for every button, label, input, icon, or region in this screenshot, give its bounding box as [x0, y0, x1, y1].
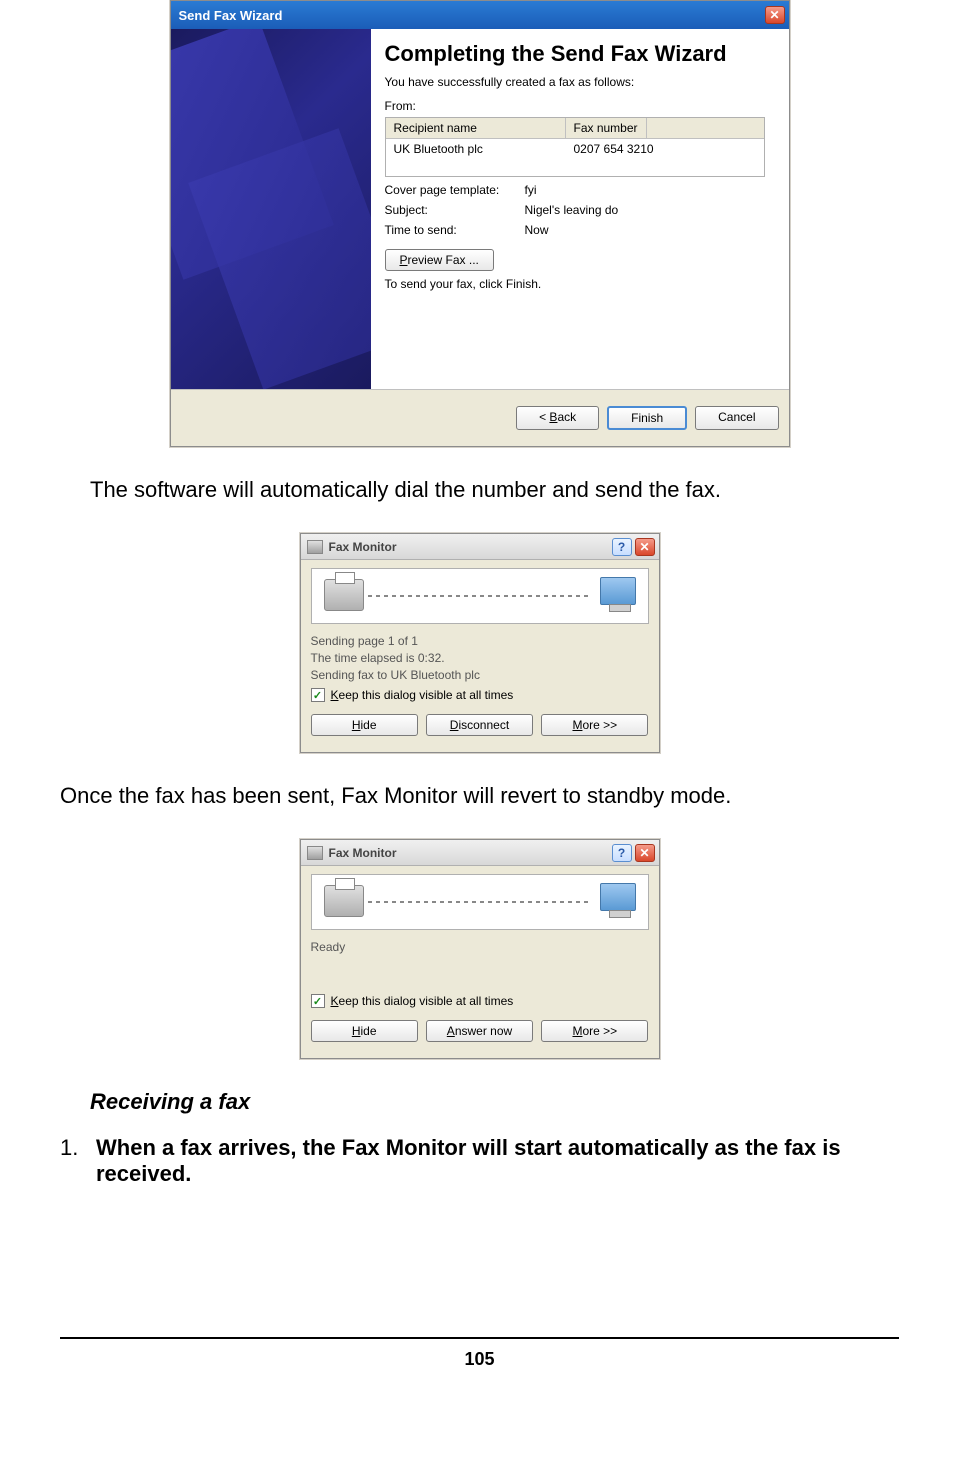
- status-line-2: The time elapsed is 0:32.: [311, 651, 649, 665]
- recipient-table: Recipient name Fax number UK Bluetooth p…: [385, 117, 765, 177]
- wave-icon: [368, 901, 588, 903]
- narrative-text-1: The software will automatically dial the…: [90, 477, 899, 503]
- col-fax-number: Fax number: [566, 118, 647, 138]
- step-text: When a fax arrives, the Fax Monitor will…: [96, 1135, 899, 1187]
- keep-visible-label: Keep this dialog visible at all times: [331, 994, 514, 1008]
- transfer-animation: [311, 568, 649, 624]
- finish-instruction: To send your fax, click Finish.: [385, 277, 775, 291]
- subject-label: Subject:: [385, 203, 525, 217]
- answer-now-button[interactable]: Answer now: [426, 1020, 533, 1042]
- subject-value: Nigel's leaving do: [525, 203, 619, 217]
- cancel-button[interactable]: Cancel: [695, 406, 778, 430]
- status-line-1: Sending page 1 of 1: [311, 634, 649, 648]
- cover-template-label: Cover page template:: [385, 183, 525, 197]
- monitor-title: Fax Monitor: [329, 540, 397, 554]
- send-fax-wizard-window: Send Fax Wizard ✕ Completing the Send Fa…: [170, 0, 790, 447]
- close-button[interactable]: ✕: [635, 844, 655, 862]
- fax-icon: [307, 540, 323, 554]
- preview-fax-button[interactable]: Preview Fax ...: [385, 249, 494, 271]
- col-recipient-name: Recipient name: [386, 118, 566, 138]
- wizard-titlebar: Send Fax Wizard ✕: [171, 1, 789, 29]
- wizard-side-graphic: [171, 29, 371, 389]
- wizard-footer: < Back Finish Cancel: [171, 389, 789, 446]
- help-button[interactable]: ?: [612, 844, 632, 862]
- status-line-3: Sending fax to UK Bluetooth plc: [311, 668, 649, 682]
- close-button[interactable]: ✕: [765, 6, 785, 24]
- cell-recipient-name: UK Bluetooth plc: [386, 139, 566, 159]
- fax-monitor-sending: Fax Monitor ? ✕ Sending page 1 of 1 The …: [300, 533, 660, 753]
- more-button[interactable]: More >>: [541, 1020, 648, 1042]
- time-to-send-value: Now: [525, 223, 549, 237]
- wizard-heading: Completing the Send Fax Wizard: [385, 41, 775, 67]
- table-row[interactable]: UK Bluetooth plc 0207 654 3210: [386, 139, 764, 159]
- disconnect-button[interactable]: Disconnect: [426, 714, 533, 736]
- cell-fax-number: 0207 654 3210: [566, 139, 662, 159]
- fax-monitor-ready: Fax Monitor ? ✕ Ready ✓ Keep this dialog…: [300, 839, 660, 1059]
- hide-button[interactable]: Hide: [311, 1020, 418, 1042]
- back-button[interactable]: < Back: [516, 406, 599, 430]
- narrative-text-2: Once the fax has been sent, Fax Monitor …: [60, 783, 899, 809]
- wizard-title: Send Fax Wizard: [179, 8, 283, 23]
- close-button[interactable]: ✕: [635, 538, 655, 556]
- finish-button[interactable]: Finish: [607, 406, 687, 430]
- monitor-titlebar: Fax Monitor ? ✕: [301, 534, 659, 560]
- help-button[interactable]: ?: [612, 538, 632, 556]
- fax-icon: [307, 846, 323, 860]
- status-line-ready: Ready: [311, 940, 649, 954]
- fax-machine-icon: [324, 579, 364, 611]
- keep-visible-checkbox[interactable]: ✓: [311, 994, 325, 1008]
- page-number: 105: [60, 1337, 899, 1370]
- cover-template-value: fyi: [525, 183, 537, 197]
- computer-icon: [600, 577, 636, 605]
- wizard-subtitle: You have successfully created a fax as f…: [385, 75, 775, 89]
- fax-machine-icon: [324, 885, 364, 917]
- time-to-send-label: Time to send:: [385, 223, 525, 237]
- hide-button[interactable]: Hide: [311, 714, 418, 736]
- keep-visible-checkbox[interactable]: ✓: [311, 688, 325, 702]
- computer-icon: [600, 883, 636, 911]
- transfer-animation: [311, 874, 649, 930]
- from-label: From:: [385, 99, 775, 113]
- more-button[interactable]: More >>: [541, 714, 648, 736]
- wave-icon: [368, 595, 588, 597]
- keep-visible-label: Keep this dialog visible at all times: [331, 688, 514, 702]
- step-number: 1.: [60, 1135, 84, 1187]
- monitor-title: Fax Monitor: [329, 846, 397, 860]
- section-heading-receiving: Receiving a fax: [90, 1089, 899, 1115]
- monitor-titlebar: Fax Monitor ? ✕: [301, 840, 659, 866]
